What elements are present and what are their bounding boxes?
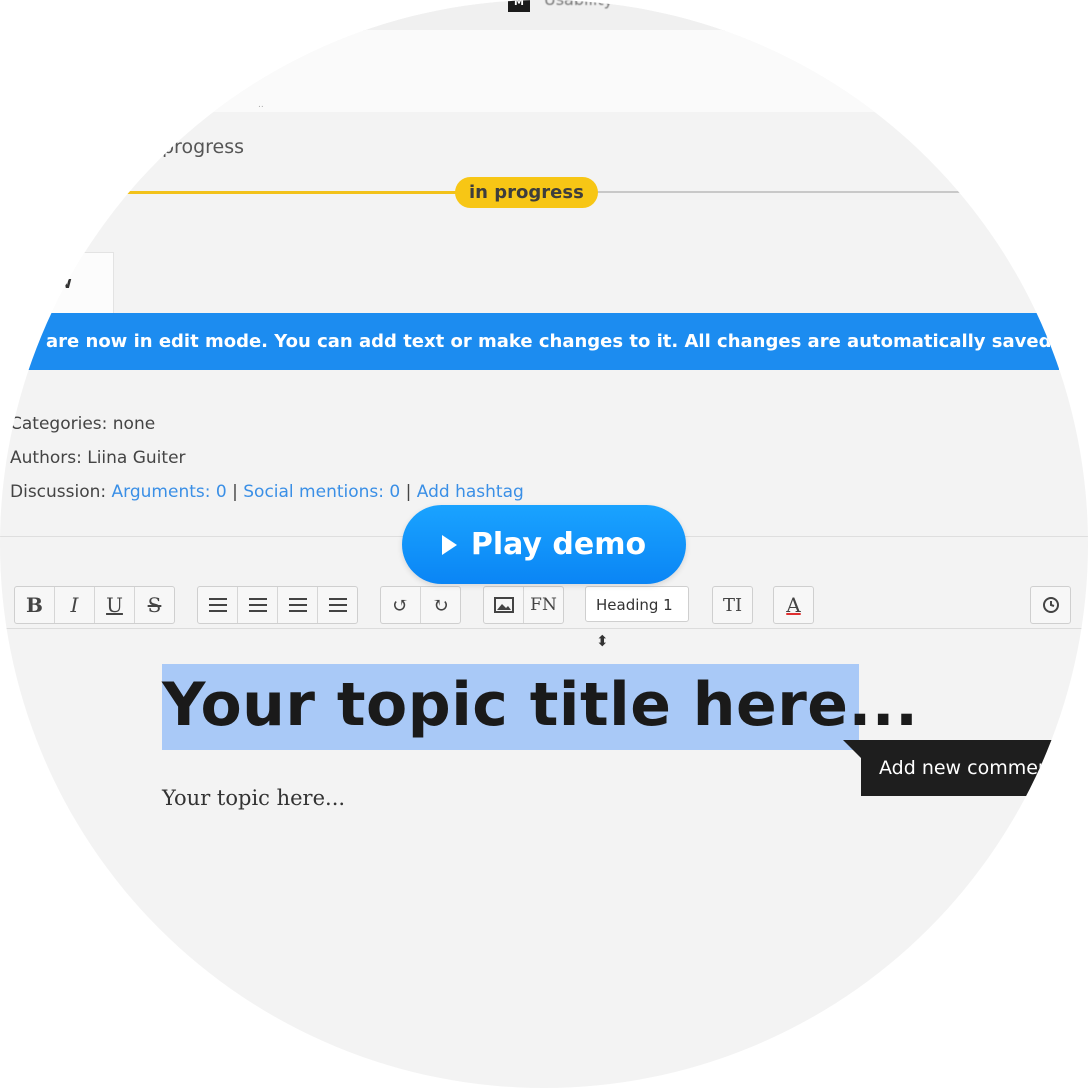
redo-button[interactable]: ↻ (421, 587, 460, 623)
tab-view[interactable]: w (0, 252, 114, 315)
add-hashtag-link[interactable]: Add hashtag (417, 482, 524, 502)
history-group: ↺ ↻ (380, 586, 461, 624)
add-comment-tooltip[interactable]: Add new comment (861, 740, 1088, 796)
ordered-list-icon (208, 598, 227, 612)
sub-header: .. (0, 30, 1088, 112)
status-badge: in progress (455, 177, 598, 208)
edit-mode-banner: are now in edit mode. You can add text o… (28, 313, 1059, 370)
clock-icon (1042, 597, 1059, 613)
bold-button[interactable]: B (15, 587, 55, 623)
italic-button[interactable]: I (55, 587, 95, 623)
subheader-dots: .. (258, 100, 264, 110)
undo-button[interactable]: ↺ (381, 587, 421, 623)
underline-button[interactable]: U (95, 587, 135, 623)
image-icon (493, 597, 514, 613)
indent-button[interactable] (318, 587, 357, 623)
editor-divider (0, 628, 1088, 629)
bullet-list-button[interactable] (238, 587, 278, 623)
text-color-button[interactable]: A (774, 587, 813, 623)
text-size-group: TI (712, 586, 753, 624)
categories-line: Categories: none (10, 414, 156, 434)
indent-icon (328, 598, 347, 612)
redo-icon: ↻ (432, 593, 449, 617)
topic-body[interactable]: Your topic here... (162, 786, 345, 810)
history-clock-group (1030, 586, 1071, 624)
separator: | (405, 482, 412, 502)
format-group: B I U S (14, 586, 175, 624)
outdent-icon (288, 598, 307, 612)
authors-line: Authors: Liina Guiter (10, 448, 186, 468)
progress-line-remaining (580, 191, 960, 193)
history-button[interactable] (1031, 587, 1070, 623)
discussion-line: Discussion: Arguments: 0 | Social mentio… (10, 482, 524, 502)
text-size-button[interactable]: TI (713, 587, 752, 623)
footnote-button[interactable]: FN (524, 587, 563, 623)
undo-icon: ↺ (392, 593, 409, 617)
strikethrough-button[interactable]: S (135, 587, 174, 623)
progress-line-complete (0, 191, 470, 194)
play-demo-label: Play demo (470, 527, 647, 562)
text-color-group: A (773, 586, 814, 624)
app-title: Usability (544, 0, 613, 9)
list-group (197, 586, 358, 624)
arguments-link[interactable]: Arguments: 0 (112, 482, 227, 502)
play-icon (441, 535, 457, 555)
status-label: progress (162, 136, 245, 158)
insert-image-button[interactable] (484, 587, 524, 623)
app-logo: M (508, 0, 530, 12)
ordered-list-button[interactable] (198, 587, 238, 623)
insert-group: FN (483, 586, 564, 624)
top-bar: M Usability (0, 0, 1088, 31)
editor-toolbar: B I U S ↺ ↻ FN TI A (0, 583, 1088, 627)
outdent-button[interactable] (278, 587, 318, 623)
bullet-list-icon (248, 598, 267, 612)
separator: | (232, 482, 238, 502)
demo-preview-circle: M Usability .. progress in progress w ar… (0, 0, 1088, 1088)
tab-label: w (57, 273, 72, 292)
banner-text: are now in edit mode. You can add text o… (46, 331, 1059, 352)
tooltip-arrow (843, 740, 861, 758)
heading-select[interactable]: Heading 1 ⬍ (585, 586, 689, 650)
play-demo-button[interactable]: Play demo (402, 505, 686, 584)
social-mentions-link[interactable]: Social mentions: 0 (243, 482, 400, 502)
discussion-label: Discussion: (10, 482, 107, 502)
topic-title[interactable]: Your topic title here... (162, 670, 918, 740)
